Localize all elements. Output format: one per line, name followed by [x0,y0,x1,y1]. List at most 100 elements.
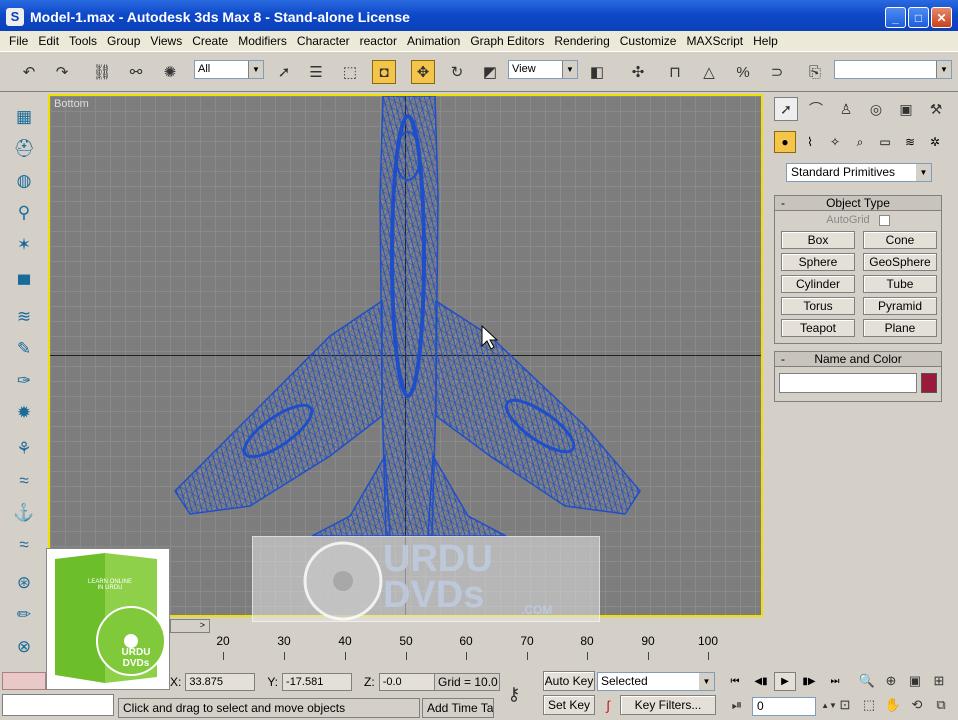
helpers-icon[interactable]: ▭ [874,131,896,153]
pyramid-button[interactable]: Pyramid [863,297,937,315]
object-category-dropdown[interactable]: Standard Primitives ▼ [786,163,932,182]
app-icon[interactable]: S [6,7,24,26]
spring-icon[interactable]: ≋ [12,305,36,329]
systems-icon[interactable]: ✲ [924,131,946,153]
select-by-name-icon[interactable]: ☰ [304,60,328,84]
wind-icon[interactable]: ✹ [12,401,36,425]
menu-character[interactable]: Character [292,34,355,48]
constraint-solver-icon[interactable]: ≈ [12,533,36,557]
default-in-out-tangents-icon[interactable]: ∫ [597,695,619,715]
unlink-icon[interactable]: ⚯ [124,60,148,84]
create-tab-icon[interactable]: ➚ [774,97,798,121]
menu-modifiers[interactable]: Modifiers [233,34,292,48]
hierarchy-tab-icon[interactable]: ♙ [834,97,858,121]
maxscript-listener-mini[interactable] [2,672,46,690]
maxscript-input[interactable] [2,694,114,716]
geosphere-button[interactable]: GeoSphere [863,253,937,271]
next-frame-icon[interactable]: ▮▶ [798,672,820,691]
menu-create[interactable]: Create [187,34,233,48]
zoom-all-icon[interactable]: ⊕ [880,671,902,691]
modify-tab-icon[interactable]: ⌒ [804,97,828,121]
manipulate-icon[interactable]: ✣ [626,60,650,84]
menu-file[interactable]: File [4,34,33,48]
sphere-button[interactable]: Sphere [781,253,855,271]
plane-button[interactable]: Plane [863,319,937,337]
select-object-icon[interactable]: ➚ [272,60,296,84]
selection-filter-dropdown[interactable]: All ▼ [194,60,264,79]
display-tab-icon[interactable]: ▣ [894,97,918,121]
reference-coordinate-dropdown[interactable]: View ▼ [508,60,578,79]
utilities-tab-icon[interactable]: ⚒ [924,97,948,121]
cylinder-button[interactable]: Cylinder [781,275,855,293]
cone-button[interactable]: Cone [863,231,937,249]
x-coordinate-field[interactable]: 33.875 [185,673,256,691]
water-icon[interactable]: ⚓ [12,501,36,525]
rope-collection-icon[interactable]: ⚲ [12,201,36,225]
select-link-icon[interactable]: ⛓ [90,60,114,84]
select-and-move-icon[interactable]: ✥ [411,60,435,84]
add-time-tag-button[interactable]: Add Time Tag [422,698,494,718]
menu-tools[interactable]: Tools [64,34,102,48]
dashpot-icon[interactable]: ✎ [12,337,36,361]
previous-frame-icon[interactable]: ◀▮ [750,672,772,691]
menu-views[interactable]: Views [145,34,187,48]
zoom-extents-all-icon[interactable]: ⊞ [928,671,950,691]
menu-reactor[interactable]: reactor [355,34,402,48]
menu-customize[interactable]: Customize [615,34,682,48]
menu-graph-editors[interactable]: Graph Editors [465,34,549,48]
key-filters-button[interactable]: Key Filters... [620,695,716,715]
percent-snap-icon[interactable]: % [731,60,755,84]
menu-group[interactable]: Group [102,34,145,48]
lights-icon[interactable]: ✧ [824,131,846,153]
geometry-icon[interactable]: ● [774,131,796,153]
play-icon[interactable]: ▶ [774,672,796,691]
autogrid-checkbox[interactable] [878,214,890,226]
motion-tab-icon[interactable]: ◎ [864,97,888,121]
point-to-point-icon[interactable]: ⊗ [12,635,36,659]
select-and-scale-icon[interactable]: ◩ [478,60,502,84]
auto-key-button[interactable]: Auto Key [543,671,595,691]
space-warps-icon[interactable]: ≋ [899,131,921,153]
object-type-header[interactable]: - Object Type [775,196,941,211]
y-coordinate-field[interactable]: -17.581 [282,673,353,691]
tube-button[interactable]: Tube [863,275,937,293]
object-color-swatch[interactable] [921,373,937,393]
hinge-icon[interactable]: ✏ [12,603,36,627]
teapot-button[interactable]: Teapot [781,319,855,337]
box-button[interactable]: Box [781,231,855,249]
toy-car-icon[interactable]: ⚘ [12,437,36,461]
track-bar[interactable]: 20 30 40 50 60 70 80 90 100 [170,634,765,668]
set-key-button[interactable]: Set Key [543,695,595,715]
menu-animation[interactable]: Animation [402,34,465,48]
torus-button[interactable]: Torus [781,297,855,315]
rigid-body-collection-icon[interactable]: ▦ [12,105,36,129]
select-and-rotate-icon[interactable]: ↻ [445,60,469,84]
named-selection-set-dropdown[interactable]: ▼ [834,60,952,79]
rag-doll-icon[interactable]: ⊛ [12,571,36,595]
rectangular-selection-icon[interactable]: ⬚ [338,60,362,84]
key-mode-toggle-icon[interactable]: ⏯ [726,695,748,715]
shapes-icon[interactable]: ⌇ [799,131,821,153]
cameras-icon[interactable]: ⌕ [849,131,871,153]
zoom-icon[interactable]: 🔍 [856,671,878,691]
fracture-icon[interactable]: ≈ [12,469,36,493]
plane-icon[interactable]: ▀ [12,273,36,297]
menu-rendering[interactable]: Rendering [549,34,614,48]
window-crossing-icon[interactable]: ◘ [372,60,396,84]
menu-help[interactable]: Help [748,34,783,48]
go-to-end-icon[interactable]: ⏭ [824,672,846,691]
menu-edit[interactable]: Edit [33,34,64,48]
redo-icon[interactable]: ↷ [50,60,74,84]
menu-maxscript[interactable]: MAXScript [681,34,748,48]
name-and-color-header[interactable]: - Name and Color [775,352,941,367]
deforming-mesh-icon[interactable]: ✶ [12,233,36,257]
spinner-snap-icon[interactable]: ⊃ [765,60,789,84]
cloth-collection-icon[interactable]: ⛑ [12,137,36,161]
angle-snap-icon[interactable]: △ [697,60,721,84]
close-button[interactable]: ✕ [931,7,952,28]
snaps-toggle-icon[interactable]: ⊓ [663,60,687,84]
zoom-extents-icon[interactable]: ▣ [904,671,926,691]
z-coordinate-field[interactable]: -0.0 [378,673,439,691]
soft-body-icon[interactable]: ◍ [12,169,36,193]
field-of-view-icon[interactable]: ⊡ [834,695,856,715]
